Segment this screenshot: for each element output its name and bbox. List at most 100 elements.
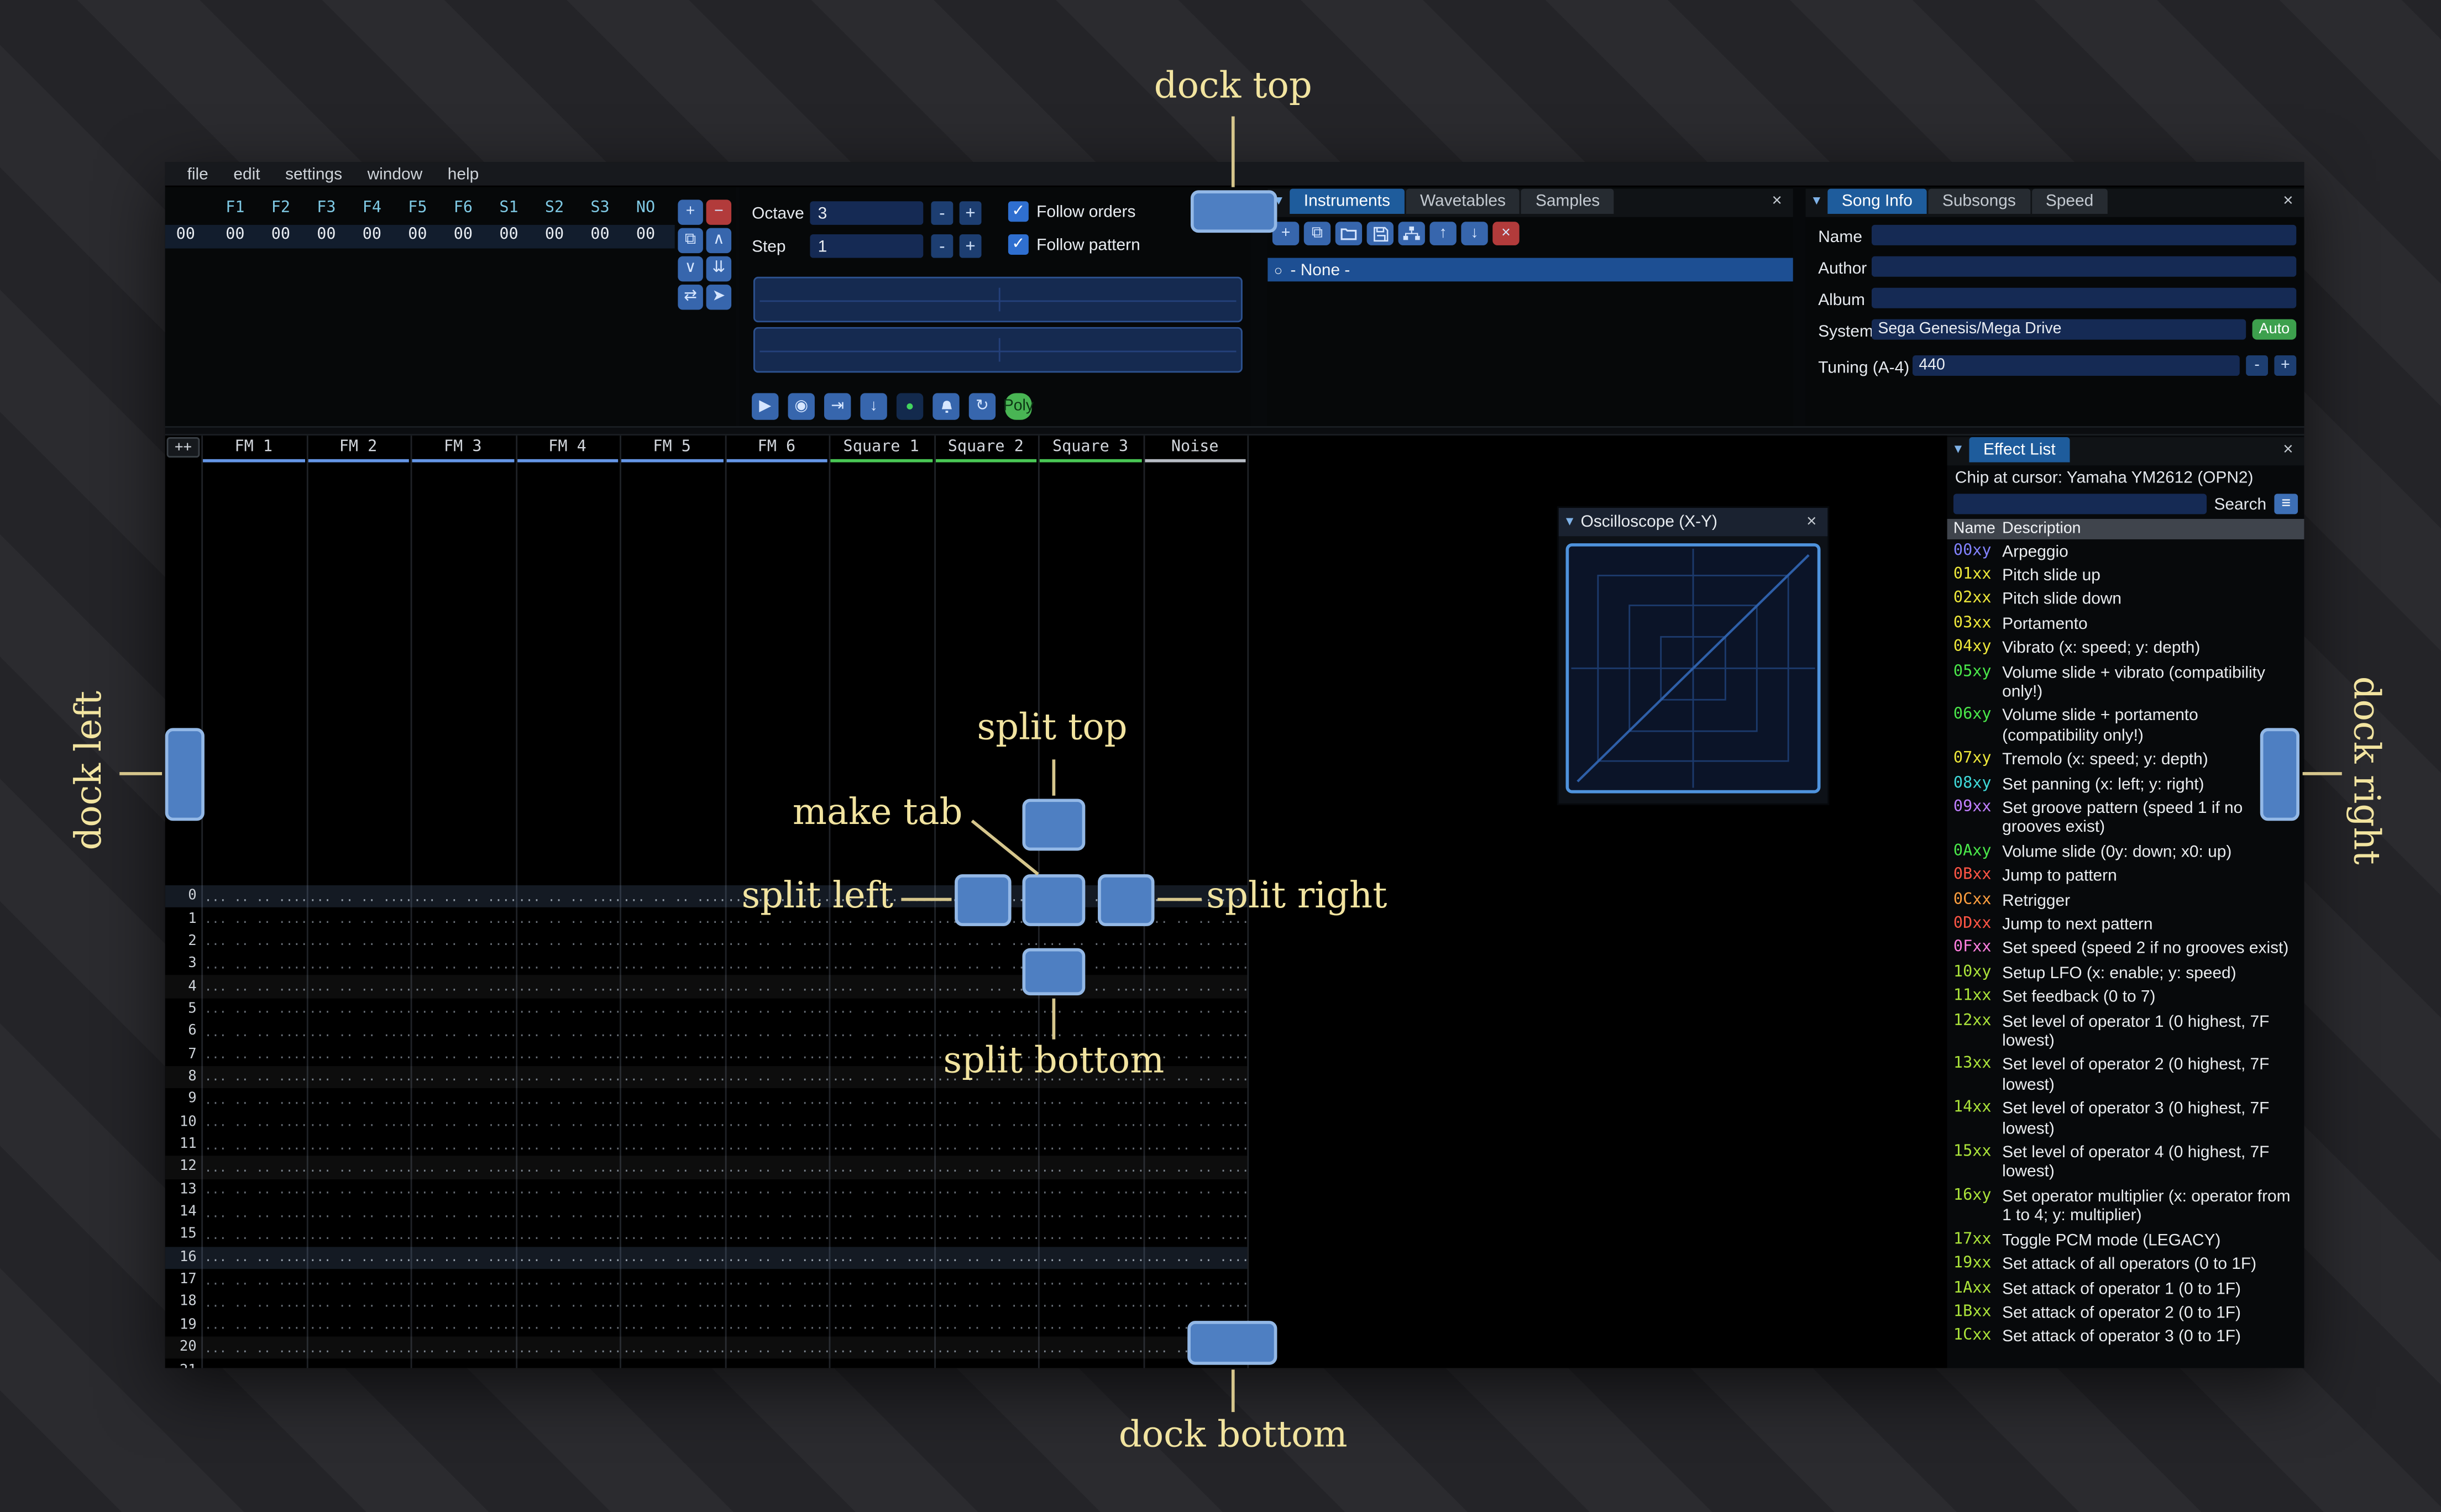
pattern-cell[interactable]: ... .. .. ....	[620, 1025, 725, 1040]
pattern-cell[interactable]: ... .. .. ....	[1143, 957, 1248, 972]
pattern-cell[interactable]: ... .. .. ....	[620, 1295, 725, 1310]
order-change-mode-button[interactable]: ⇄	[678, 285, 703, 310]
pattern-cell[interactable]: ... .. .. ....	[306, 957, 411, 972]
tab-wavetables[interactable]: Wavetables	[1406, 188, 1520, 214]
pattern-cell[interactable]: ... .. .. ....	[1038, 1228, 1143, 1242]
pattern-cell[interactable]: ... .. .. ....	[411, 957, 515, 972]
pattern-cell[interactable]: ... .. .. ....	[724, 1138, 829, 1152]
pattern-cell[interactable]: ... .. .. ....	[724, 1160, 829, 1174]
pattern-cell[interactable]: ... .. .. ....	[515, 1295, 620, 1310]
order-move-down-button[interactable]: ∨	[678, 256, 703, 282]
pattern-cell[interactable]: ... .. .. ....	[620, 1341, 725, 1355]
pattern-cell[interactable]: ... .. .. ....	[411, 1363, 515, 1368]
pattern-cell[interactable]: ... .. .. ....	[1143, 1183, 1248, 1197]
collapse-effect-list-icon[interactable]: ▼	[1947, 437, 1969, 463]
pattern-cell[interactable]: ... .. .. ....	[934, 935, 1038, 949]
pattern-cell[interactable]: ... .. .. ....	[201, 1115, 306, 1130]
pattern-cell[interactable]: ... .. .. ....	[829, 1070, 934, 1084]
pattern-cell[interactable]: ... .. .. ....	[411, 1318, 515, 1332]
duplicate-instrument-button[interactable]: ⧉	[1303, 222, 1331, 245]
pattern-cell[interactable]: ... .. .. ....	[1038, 1318, 1143, 1332]
effect-list-menu-button[interactable]: ≡	[2274, 494, 2298, 514]
order-cell[interactable]: 00	[577, 227, 623, 244]
instrument-list-item-none[interactable]: ○ - None -	[1267, 258, 1793, 282]
pattern-cell[interactable]: ... .. .. ....	[620, 1251, 725, 1265]
pattern-cell[interactable]: ... .. .. ....	[306, 1363, 411, 1368]
tab-subsongs[interactable]: Subsongs	[1928, 188, 2030, 214]
pattern-cell[interactable]: ... .. .. ....	[201, 1183, 306, 1197]
play-from-start-button[interactable]: ◉	[788, 393, 815, 420]
pattern-cell[interactable]: ... .. .. ....	[829, 1138, 934, 1152]
step-decrease-button[interactable]: -	[931, 234, 954, 258]
pattern-cell[interactable]: ... .. .. ....	[724, 1070, 829, 1084]
pattern-cell[interactable]: ... .. .. ....	[515, 1047, 620, 1062]
pattern-cell[interactable]: ... .. .. ....	[934, 1093, 1038, 1107]
pattern-cell[interactable]: ... .. .. ....	[515, 1183, 620, 1197]
pattern-cell[interactable]: ... .. .. ....	[829, 1047, 934, 1062]
pattern-cell[interactable]: ... .. .. ....	[411, 1002, 515, 1017]
order-duplicate-button[interactable]: ⧉	[678, 228, 703, 254]
pattern-cell[interactable]: ... .. .. ....	[515, 1228, 620, 1242]
pattern-cell[interactable]: ... .. .. ....	[829, 1363, 934, 1368]
pattern-cell[interactable]: ... .. .. ....	[829, 1093, 934, 1107]
pattern-cell[interactable]: ... .. .. ....	[724, 1047, 829, 1062]
pattern-cell[interactable]: ... .. .. ....	[934, 1341, 1038, 1355]
pattern-cell[interactable]: ... .. .. ....	[201, 890, 306, 904]
pattern-cell[interactable]: ... .. .. ....	[1038, 1295, 1143, 1310]
follow-pattern-checkbox[interactable]: ✓ Follow pattern	[1008, 234, 1140, 255]
pattern-cell[interactable]: ... .. .. ....	[934, 1273, 1038, 1288]
tuning-decrease-button[interactable]: -	[2246, 355, 2269, 376]
pattern-cell[interactable]: ... .. .. ....	[829, 1273, 934, 1288]
pattern-cell[interactable]: ... .. .. ....	[1143, 1115, 1248, 1130]
auto-system-button[interactable]: Auto	[2252, 319, 2297, 340]
pattern-cell[interactable]: ... .. .. ....	[934, 1115, 1038, 1130]
pattern-cell[interactable]: ... .. .. ....	[829, 1183, 934, 1197]
poly-button[interactable]: Poly	[1003, 393, 1034, 420]
pattern-cell[interactable]: ... .. .. ....	[1143, 1228, 1248, 1242]
pattern-cell[interactable]: ... .. .. ....	[515, 1363, 620, 1368]
pattern-cell[interactable]: ... .. .. ....	[306, 1138, 411, 1152]
octave-increase-button[interactable]: +	[959, 201, 982, 225]
delete-instrument-button[interactable]: ×	[1492, 222, 1520, 245]
pattern-cell[interactable]: ... .. .. ....	[724, 980, 829, 994]
step-increase-button[interactable]: +	[959, 234, 982, 258]
pattern-row[interactable]: 6... .. .. ....... .. .. ....... .. .. .…	[165, 1021, 1247, 1043]
pattern-row[interactable]: 21... .. .. ....... .. .. ....... .. .. …	[165, 1359, 1248, 1368]
pattern-cell[interactable]: ... .. .. ....	[724, 1228, 829, 1242]
pattern-cell[interactable]: ... .. .. ....	[620, 1115, 725, 1130]
octave-decrease-button[interactable]: -	[931, 201, 954, 225]
dock-bottom-target[interactable]	[1187, 1321, 1277, 1365]
pattern-cell[interactable]: ... .. .. ....	[306, 1115, 411, 1130]
order-cell[interactable]: 00	[532, 227, 578, 244]
pattern-cell[interactable]: ... .. .. ....	[515, 1002, 620, 1017]
pattern-cell[interactable]: ... .. .. ....	[306, 1047, 411, 1062]
pattern-cell[interactable]: ... .. .. ....	[411, 1160, 515, 1174]
pattern-cell[interactable]: ... .. .. ....	[306, 1160, 411, 1174]
instrument-folders-button[interactable]	[1398, 222, 1425, 245]
pattern-cell[interactable]: ... .. .. ....	[515, 890, 620, 904]
channel-header[interactable]: Square 2	[934, 435, 1038, 463]
pattern-cell[interactable]: ... .. .. ....	[201, 1205, 306, 1220]
pattern-cell[interactable]: ... .. .. ....	[515, 1205, 620, 1220]
pattern-cell[interactable]: ... .. .. ....	[829, 1295, 934, 1310]
pattern-cell[interactable]: ... .. .. ....	[934, 1183, 1038, 1197]
pattern-cell[interactable]: ... .. .. ....	[201, 1363, 306, 1368]
pattern-cell[interactable]: ... .. .. ....	[201, 1002, 306, 1017]
pattern-cell[interactable]: ... .. .. ....	[934, 1251, 1038, 1265]
pattern-cell[interactable]: ... .. .. ....	[829, 1228, 934, 1242]
oscilloscope-titlebar[interactable]: ▼ Oscilloscope (X-Y) ×	[1558, 508, 1828, 537]
pattern-cell[interactable]: ... .. .. ....	[411, 912, 515, 926]
pattern-row[interactable]: 5... .. .. ....... .. .. ....... .. .. .…	[165, 998, 1247, 1021]
pattern-cell[interactable]: ... .. .. ....	[306, 980, 411, 994]
pattern-cell[interactable]: ... .. .. ....	[306, 1228, 411, 1242]
pattern-cell[interactable]: ... .. .. ....	[411, 1047, 515, 1062]
pattern-row[interactable]: 16... .. .. ....... .. .. ....... .. .. …	[165, 1246, 1248, 1269]
pattern-cell[interactable]: ... .. .. ....	[411, 1273, 515, 1288]
pattern-cell[interactable]: ... .. .. ....	[201, 1228, 306, 1242]
pattern-cell[interactable]: ... .. .. ....	[1143, 1093, 1248, 1107]
close-instruments-button[interactable]: ×	[1761, 188, 1793, 214]
pattern-cell[interactable]: ... .. .. ....	[934, 1363, 1038, 1368]
pattern-cell[interactable]: ... .. .. ....	[306, 935, 411, 949]
pattern-cell[interactable]: ... .. .. ....	[934, 1002, 1038, 1017]
pattern-cell[interactable]: ... .. .. ....	[829, 980, 934, 994]
